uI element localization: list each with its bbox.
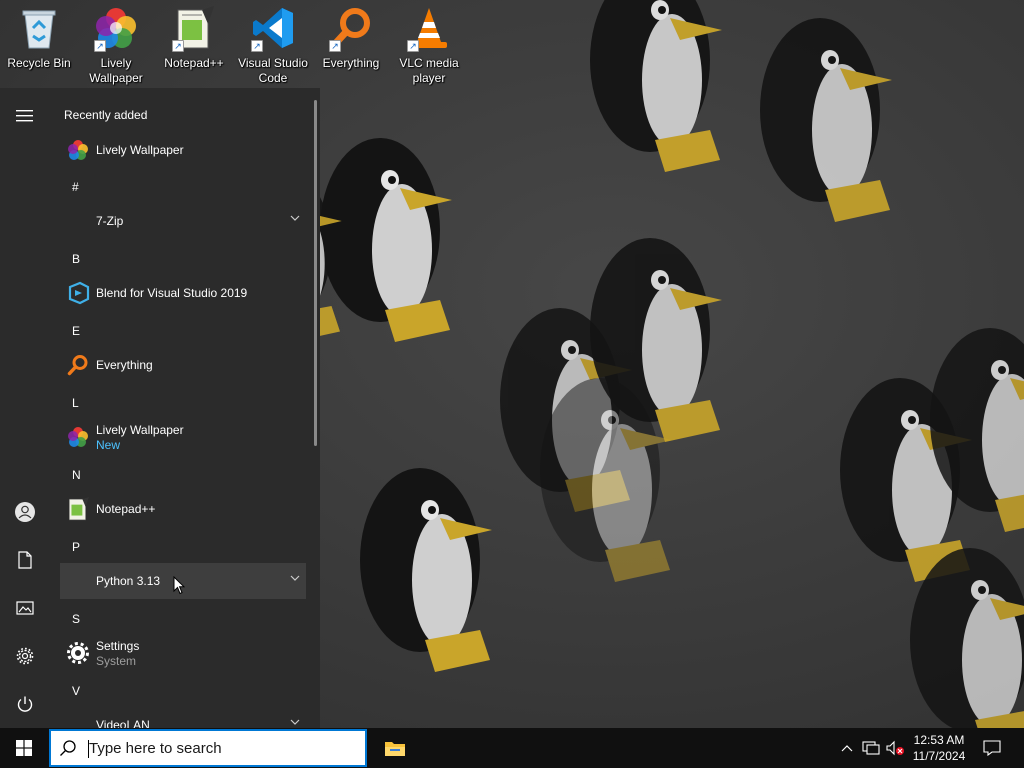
app-item-settings[interactable]: Settings System <box>60 635 306 671</box>
search-icon <box>60 740 76 756</box>
network-button[interactable] <box>860 728 882 768</box>
network-icon <box>862 741 880 755</box>
app-name: Blend for Visual Studio 2019 <box>96 286 248 300</box>
group-letter[interactable]: B <box>72 252 80 266</box>
expand-menu-button[interactable] <box>0 92 50 140</box>
app-item-videolan[interactable]: VideoLAN <box>60 707 306 728</box>
recycle-bin-icon <box>15 4 63 52</box>
start-button[interactable] <box>0 728 48 768</box>
shortcut-arrow-icon: ↗ <box>94 40 106 52</box>
taskbar-clock[interactable]: 12:53 AM 11/7/2024 <box>904 732 974 764</box>
notepad-plus-plus-icon <box>62 493 94 525</box>
user-icon <box>15 502 35 522</box>
desktop-icon-label: Lively Wallpaper <box>89 56 143 85</box>
settings-button[interactable] <box>0 632 50 680</box>
new-badge: New <box>96 437 121 452</box>
taskbar-search-box[interactable] <box>49 729 367 767</box>
lively-wallpaper-icon: ↗ <box>92 4 140 52</box>
recently-added-heading: Recently added <box>64 108 148 122</box>
lively-wallpaper-icon <box>62 421 94 453</box>
folder-icon <box>385 742 405 756</box>
app-subtitle: System <box>96 653 137 668</box>
notepad-plus-plus-icon: ↗ <box>170 4 218 52</box>
gear-icon <box>62 637 94 669</box>
app-name: VideoLAN <box>96 718 150 728</box>
app-list-scrollbar[interactable] <box>314 100 317 446</box>
shortcut-arrow-icon: ↗ <box>407 40 419 52</box>
desktop-icon-recycle-bin[interactable]: Recycle Bin <box>1 4 77 71</box>
group-letter[interactable]: V <box>72 684 80 698</box>
shortcut-arrow-icon: ↗ <box>172 40 184 52</box>
desktop-icon-vlc[interactable]: ↗ VLC media player <box>391 4 467 86</box>
documents-button[interactable] <box>0 536 50 584</box>
app-item-7zip[interactable]: 7-Zip <box>60 203 306 239</box>
windows-logo-icon <box>16 740 32 756</box>
app-name: Everything <box>96 358 153 372</box>
desktop-icon-notepad-plus-plus[interactable]: ↗ Notepad++ <box>156 4 232 71</box>
clock-time: 12:53 AM <box>913 733 965 747</box>
desktop-icon-label: Notepad++ <box>164 56 224 70</box>
vlc-cone-icon: ↗ <box>405 4 453 52</box>
chevron-down-icon[interactable] <box>290 718 300 726</box>
app-item-notepad-plus-plus[interactable]: Notepad++ <box>60 491 306 527</box>
chevron-up-icon <box>841 745 853 752</box>
settings-icon <box>16 647 34 665</box>
desktop-icon-label: VLC media player <box>399 56 459 85</box>
everything-search-icon <box>62 349 94 381</box>
chevron-down-icon[interactable] <box>290 574 300 582</box>
desktop-icon-everything[interactable]: ↗ Everything <box>313 4 389 71</box>
app-item-lively-wallpaper-recent[interactable]: Lively Wallpaper <box>60 132 306 168</box>
app-name: Python 3.13 <box>96 574 161 588</box>
power-button[interactable] <box>0 680 50 728</box>
shortcut-arrow-icon: ↗ <box>329 40 341 52</box>
start-menu: Recently added Lively Wallpaper # 7-Zip … <box>0 88 320 728</box>
group-letter[interactable]: E <box>72 324 80 338</box>
vscode-icon: ↗ <box>249 4 297 52</box>
desktop-icon-label: Visual Studio Code <box>238 56 308 85</box>
everything-search-icon: ↗ <box>327 4 375 52</box>
group-letter[interactable]: # <box>72 180 79 194</box>
start-rail <box>0 88 50 728</box>
group-letter[interactable]: N <box>72 468 81 482</box>
app-name: Lively Wallpaper <box>96 143 184 157</box>
search-input[interactable] <box>89 739 349 757</box>
taskbar: 12:53 AM 11/7/2024 <box>0 728 1024 768</box>
app-item-lively-wallpaper[interactable]: Lively Wallpaper New <box>60 419 306 455</box>
group-letter[interactable]: P <box>72 540 80 554</box>
taskbar-file-explorer-button[interactable] <box>372 728 418 768</box>
clock-date: 11/7/2024 <box>912 749 966 763</box>
desktop-icon-vscode[interactable]: ↗ Visual Studio Code <box>235 4 311 86</box>
action-center-button[interactable] <box>978 728 1006 768</box>
app-name: Lively Wallpaper <box>96 422 184 437</box>
app-name: Settings <box>96 638 140 653</box>
text-caret <box>88 740 89 758</box>
power-icon <box>17 696 33 712</box>
app-name: 7-Zip <box>96 214 124 228</box>
pictures-button[interactable] <box>0 584 50 632</box>
pictures-icon <box>16 601 34 615</box>
user-account-button[interactable] <box>0 488 50 536</box>
blend-icon <box>62 277 94 309</box>
group-letter[interactable]: L <box>72 396 79 410</box>
volume-muted-icon <box>886 740 904 756</box>
mouse-cursor-icon <box>173 576 185 595</box>
hamburger-icon <box>16 110 33 122</box>
volume-button[interactable] <box>884 728 906 768</box>
desktop-icon-lively-wallpaper[interactable]: ↗ Lively Wallpaper <box>78 4 154 86</box>
group-letter[interactable]: S <box>72 612 80 626</box>
lively-wallpaper-icon <box>62 134 94 166</box>
app-item-blend[interactable]: Blend for Visual Studio 2019 <box>60 275 306 311</box>
chevron-down-icon[interactable] <box>290 214 300 222</box>
app-item-everything[interactable]: Everything <box>60 347 306 383</box>
shortcut-arrow-icon: ↗ <box>251 40 263 52</box>
desktop-icon-label: Everything <box>322 56 380 70</box>
app-list: Recently added Lively Wallpaper # 7-Zip … <box>60 88 308 728</box>
notification-icon <box>983 740 1001 756</box>
show-hidden-icons-button[interactable] <box>836 728 858 768</box>
documents-icon <box>18 551 32 569</box>
desktop-icon-label: Recycle Bin <box>7 56 71 70</box>
app-name: Notepad++ <box>96 502 156 516</box>
